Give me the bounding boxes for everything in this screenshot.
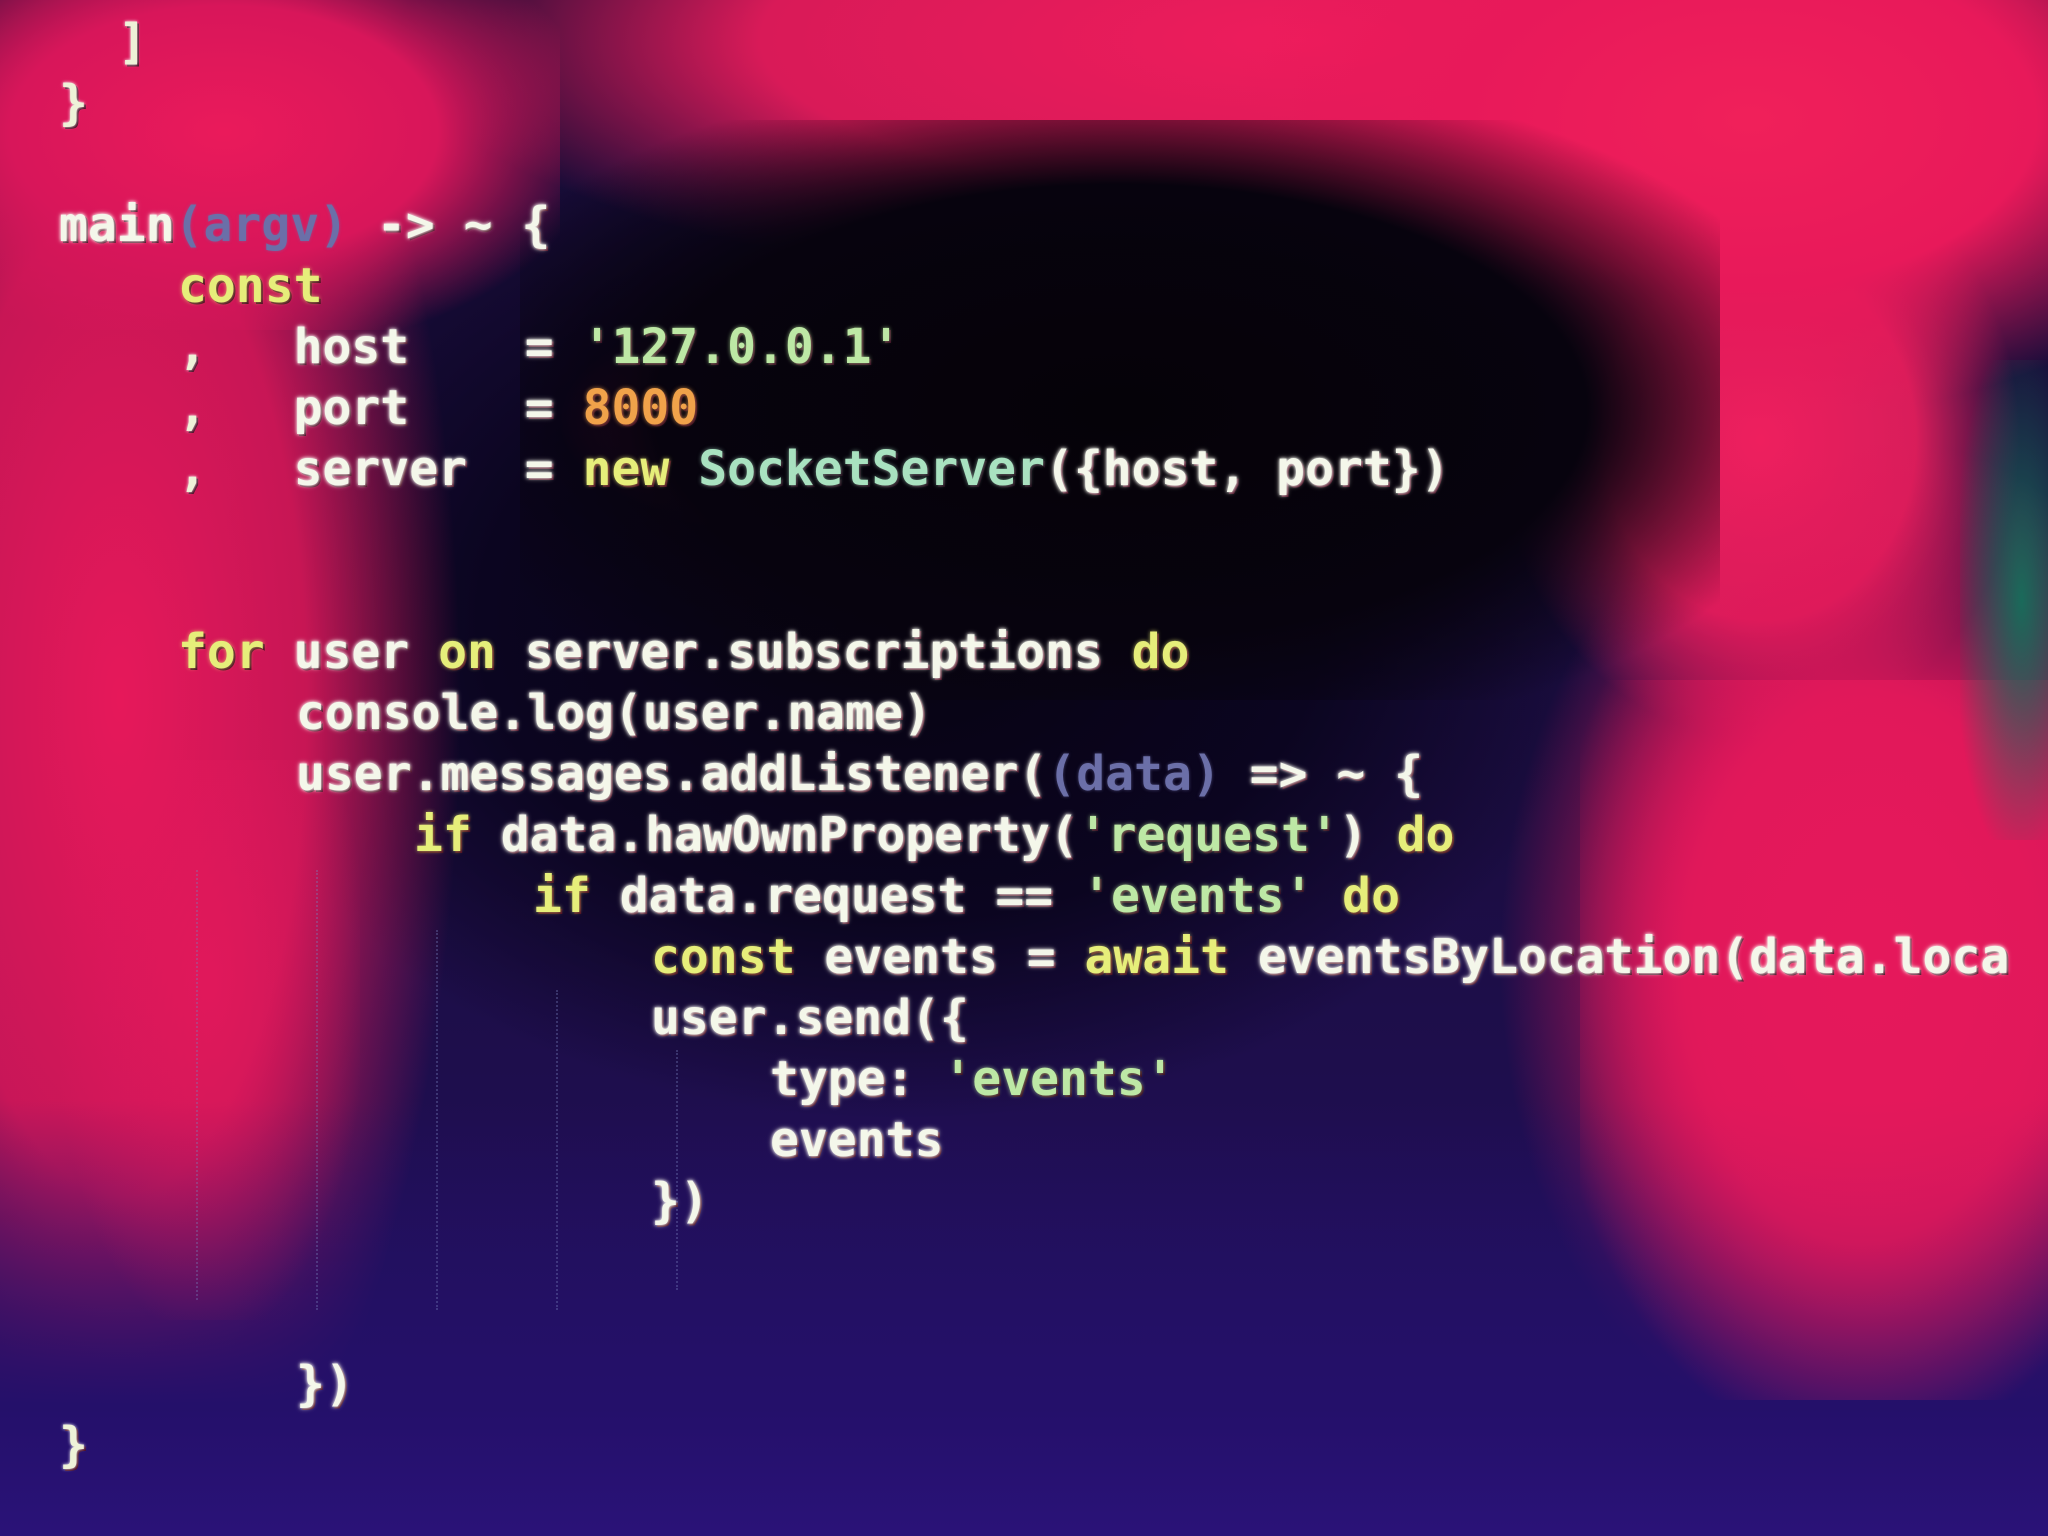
code-line[interactable]: , server = new SocketServer({host, port}… — [178, 439, 1450, 499]
code-token-plain: console.log(user.name) — [296, 685, 932, 741]
code-token-plain: }) — [296, 1356, 354, 1412]
code-text-area[interactable]: ]} main(argv) -> ~ {const, host = '127.0.… — [0, 0, 2048, 1536]
code-token-cls: SocketServer — [669, 441, 1045, 497]
code-token-str: 'events' — [1082, 868, 1314, 924]
code-token-plain: user.send({ — [651, 990, 969, 1046]
code-token-kw: for — [178, 624, 265, 680]
code-token-plain: type: — [770, 1051, 944, 1107]
code-token-plain: data.hawOwnProperty( — [471, 807, 1079, 863]
code-line[interactable]: } — [59, 1415, 88, 1475]
code-line[interactable]: for user on server.subscriptions do — [178, 622, 1189, 682]
code-token-str: 'request' — [1078, 807, 1339, 863]
code-token-plain: }) — [651, 1173, 709, 1229]
code-token-plain: server.subscriptions — [495, 624, 1132, 680]
code-token-plain: -> ~ { — [347, 197, 551, 253]
code-token-plain: data.request == — [590, 868, 1083, 924]
code-line[interactable]: main(argv) -> ~ { — [59, 195, 550, 255]
code-token-plain: port — [206, 380, 410, 436]
code-line[interactable]: const events = await eventsByLocation(da… — [651, 927, 2009, 987]
code-line[interactable]: events — [770, 1110, 943, 1170]
code-token-plain: = — [409, 380, 583, 436]
code-token-plain: ) — [1338, 807, 1397, 863]
code-line[interactable]: ] — [118, 12, 147, 72]
code-token-param: (argv) — [174, 197, 348, 253]
code-line[interactable]: }) — [651, 1171, 709, 1231]
code-line[interactable]: const — [178, 256, 323, 316]
code-token-plain: user.messages.addListener( — [296, 746, 1048, 802]
code-token-punct: ] — [118, 14, 147, 70]
code-line[interactable]: user.send({ — [651, 988, 969, 1048]
code-token-str: 'events' — [943, 1051, 1175, 1107]
code-token-str: '127.0.0.1' — [582, 319, 901, 375]
code-token-punct: } — [59, 1417, 88, 1473]
code-token-kw: on — [438, 624, 496, 680]
code-token-plain: user — [264, 624, 439, 680]
code-line[interactable]: , host = '127.0.0.1' — [178, 317, 900, 377]
code-token-plain: => ~ { — [1220, 746, 1424, 802]
code-line[interactable]: } — [59, 73, 88, 133]
code-token-plain: ({host, port}) — [1044, 441, 1450, 497]
code-token-punct: , — [178, 441, 207, 497]
code-token-plain: server — [206, 441, 467, 497]
code-token-punct: } — [59, 75, 88, 131]
code-token-kw: if — [414, 807, 472, 863]
code-line[interactable]: if data.request == 'events' do — [533, 866, 1400, 926]
code-token-punct: , — [178, 319, 207, 375]
code-token-plain: = — [409, 319, 583, 375]
code-token-kw: do — [1396, 807, 1455, 863]
code-token-kw: await — [1084, 929, 1229, 985]
code-token-kw: do — [1131, 624, 1190, 680]
code-token-param: (data) — [1047, 746, 1221, 802]
code-token-kw: do — [1313, 868, 1400, 924]
code-line[interactable]: type: 'events' — [770, 1049, 1175, 1109]
code-token-kw: new — [582, 441, 670, 497]
code-line[interactable]: , port = 8000 — [178, 378, 698, 438]
code-token-num: 8000 — [582, 380, 699, 436]
code-line[interactable]: user.messages.addListener((data) => ~ { — [296, 744, 1423, 804]
code-line[interactable]: }) — [296, 1354, 354, 1414]
code-token-plain: events — [770, 1112, 944, 1168]
code-line[interactable]: console.log(user.name) — [296, 683, 932, 743]
code-line[interactable]: if data.hawOwnProperty('request') do — [414, 805, 1454, 865]
code-token-plain: main — [59, 197, 175, 253]
code-token-kw: const — [651, 929, 796, 985]
code-token-plain: eventsByLocation(data.loca — [1228, 929, 2010, 985]
code-token-plain: events = — [795, 929, 1085, 985]
code-token-kw: if — [533, 868, 591, 924]
code-token-plain: host — [206, 319, 410, 375]
code-token-punct: , — [178, 380, 207, 436]
code-token-kw: const — [178, 258, 323, 314]
code-editor-photo: ]} main(argv) -> ~ {const, host = '127.0.… — [0, 0, 2048, 1536]
code-token-plain: = — [467, 441, 583, 497]
